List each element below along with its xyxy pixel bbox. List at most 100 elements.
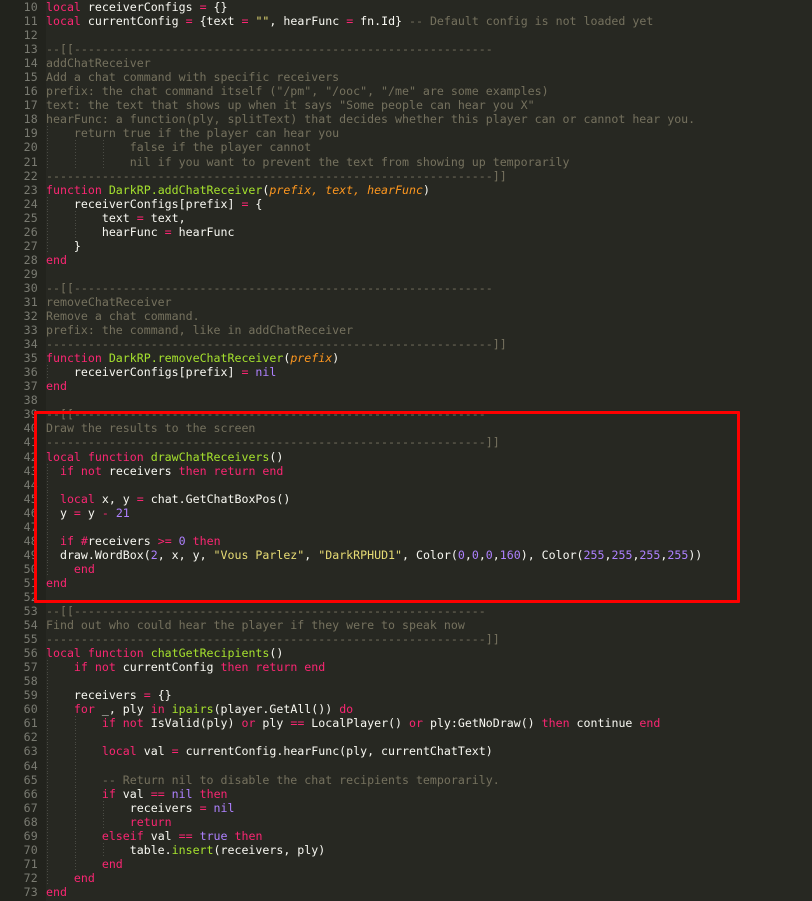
code-line[interactable]: 28 end (0, 253, 812, 267)
code-line[interactable]: 14 addChatReceiver (0, 56, 812, 70)
code-line[interactable]: 30 --[[----------------------------------… (0, 281, 812, 295)
code-line[interactable]: 51 end (0, 576, 812, 590)
code-line[interactable]: 49 draw.WordBox(2, x, y, "Vous Parlez", … (0, 547, 812, 562)
token-num: 2 (150, 547, 158, 562)
code-line[interactable]: 44 (0, 477, 812, 492)
code-line[interactable]: 31 removeChatReceiver (0, 295, 812, 309)
code-line[interactable]: 29 (0, 267, 812, 281)
code-line[interactable]: 39 --[[----------------------------------… (0, 407, 812, 421)
code-line[interactable]: 47 (0, 519, 812, 534)
token-pl: receivers (87, 533, 158, 548)
code-line[interactable]: 59 receivers = {} (0, 688, 812, 703)
code-line[interactable]: 54 Find out who could hear the player if … (0, 618, 812, 632)
code-line-text: --[[------------------------------------… (46, 407, 486, 421)
token-pl: currentConfig.hearFunc(ply, currentChatT… (178, 744, 493, 759)
token-pl: } (46, 238, 81, 253)
line-number: 36 (23, 365, 38, 380)
code-line[interactable]: 25 text = text, (0, 210, 812, 225)
code-line[interactable]: 55 --------------------------------------… (0, 632, 812, 646)
code-line[interactable]: 38 (0, 393, 812, 407)
code-line[interactable]: 60 for _, ply in ipairs(player.GetAll())… (0, 702, 812, 717)
code-line[interactable]: 27 } (0, 238, 812, 253)
token-pl: , hearFunc (269, 14, 347, 29)
line-number: 11 (23, 14, 38, 29)
line-number: 19 (23, 126, 38, 141)
code-line[interactable]: 58 (0, 674, 812, 689)
token-pl: , (478, 547, 486, 562)
code-line[interactable]: 66 if val == nil then (0, 786, 812, 801)
line-number: 59 (23, 688, 38, 703)
code-line[interactable]: 15 Add a chat command with specific recei… (0, 70, 812, 84)
code-line[interactable]: 12 (0, 28, 812, 42)
code-line[interactable]: 36 receiverConfigs[prefix] = nil (0, 365, 812, 380)
line-number: 64 (23, 758, 38, 773)
code-line[interactable]: 63 local val = currentConfig.hearFunc(pl… (0, 744, 812, 759)
token-cmt: addChatReceiver (46, 56, 151, 71)
line-number: 71 (23, 856, 38, 871)
code-line[interactable]: 52 (0, 590, 812, 604)
code-line-text: --[[------------------------------------… (46, 281, 493, 295)
code-line[interactable]: 20 false if the player cannot (0, 140, 812, 155)
line-number: 40 (23, 421, 38, 436)
code-line[interactable]: 65 -- Return nil to disable the chat rec… (0, 772, 812, 787)
code-line[interactable]: 69 elseif val == true then (0, 828, 812, 843)
code-line[interactable]: 45 local x, y = chat.GetChatBoxPos() (0, 491, 812, 506)
code-line[interactable]: 48 if #receivers >= 0 then (0, 533, 812, 548)
code-line[interactable]: 16 prefix: the chat command itself ("/pm"… (0, 84, 812, 98)
code-line[interactable]: 53 --[[----------------------------------… (0, 604, 812, 618)
code-line[interactable]: 56 local function chatGetRecipients() (0, 646, 812, 660)
code-line[interactable]: 72 end (0, 870, 812, 885)
line-number: 68 (23, 814, 38, 829)
code-line[interactable]: 32 Remove a chat command. (0, 309, 812, 323)
token-pl: LocalPlayer() (304, 716, 410, 731)
code-line[interactable]: 40 Draw the results to the screen (0, 421, 812, 435)
code-line[interactable]: 43 if not receivers then return end (0, 463, 812, 478)
token-kw: then (234, 828, 263, 843)
code-line[interactable]: 22 --------------------------------------… (0, 169, 812, 183)
code-line-text: hearFunc: a function(ply, splitText) tha… (46, 112, 695, 126)
code-line-text: end (46, 562, 95, 576)
code-line[interactable]: 64 (0, 758, 812, 773)
code-line[interactable]: 50 end (0, 561, 812, 576)
code-line-text: addChatReceiver (46, 56, 151, 70)
code-line[interactable]: 68 return (0, 814, 812, 829)
code-line[interactable]: 33 prefix: the command, like in addChatRe… (0, 323, 812, 337)
code-line[interactable]: 67 receivers = nil (0, 800, 812, 815)
code-line[interactable]: 61 if not IsValid(ply) or ply == LocalPl… (0, 716, 812, 731)
token-kw: if not (73, 660, 116, 675)
code-line[interactable]: 17 text: the text that shows up when it s… (0, 98, 812, 112)
token-pl: {} (206, 0, 228, 14)
code-line[interactable]: 24 receiverConfigs[prefix] = { (0, 196, 812, 211)
code-line-text: text: the text that shows up when it say… (46, 98, 535, 112)
code-line-text: } (46, 239, 81, 253)
code-editor[interactable]: 10 local receiverConfigs = {} 11 local curr… (0, 0, 812, 901)
code-line[interactable]: 34 --------------------------------------… (0, 337, 812, 351)
token-kw: elseif (101, 828, 144, 843)
code-line[interactable]: 46 y = y - 21 (0, 505, 812, 520)
code-line[interactable]: 35 function DarkRP.removeChatReceiver(pre… (0, 351, 812, 365)
code-line[interactable]: 10 local receiverConfigs = {} (0, 0, 812, 14)
code-line[interactable]: 41 --------------------------------------… (0, 435, 812, 449)
line-number: 61 (23, 716, 38, 731)
token-kw: for (73, 702, 95, 717)
code-content-area[interactable]: 10 local receiverConfigs = {} 11 local curr… (0, 0, 812, 901)
code-line[interactable]: 26 hearFunc = hearFunc (0, 224, 812, 239)
code-line[interactable]: 18 hearFunc: a function(ply, splitText) t… (0, 112, 812, 126)
code-line[interactable]: 70 table.insert(receivers, ply) (0, 842, 812, 857)
code-line[interactable]: 57 if not currentConfig then return end (0, 660, 812, 675)
token-pl: (player.GetAll()) (213, 702, 340, 717)
code-line[interactable]: 37 end (0, 379, 812, 393)
code-line[interactable]: 21 nil if you want to prevent the text f… (0, 154, 812, 169)
line-number: 45 (23, 491, 38, 506)
code-line[interactable]: 23 function DarkRP.addChatReceiver(prefix… (0, 183, 812, 197)
code-line[interactable]: 71 end (0, 856, 812, 871)
code-line[interactable]: 11 local currentConfig = {text = "", hear… (0, 14, 812, 28)
code-line[interactable]: 13 --[[----------------------------------… (0, 42, 812, 56)
token-cmt: ----------------------------------------… (46, 632, 500, 647)
token-cmt: text: the text that shows up when it say… (46, 98, 535, 113)
code-line[interactable]: 19 return true if the player can hear yo… (0, 126, 812, 141)
code-line[interactable]: 42 local function drawChatReceivers() (0, 450, 812, 464)
code-line[interactable]: 62 (0, 730, 812, 745)
code-line[interactable]: 73 end (0, 885, 812, 899)
